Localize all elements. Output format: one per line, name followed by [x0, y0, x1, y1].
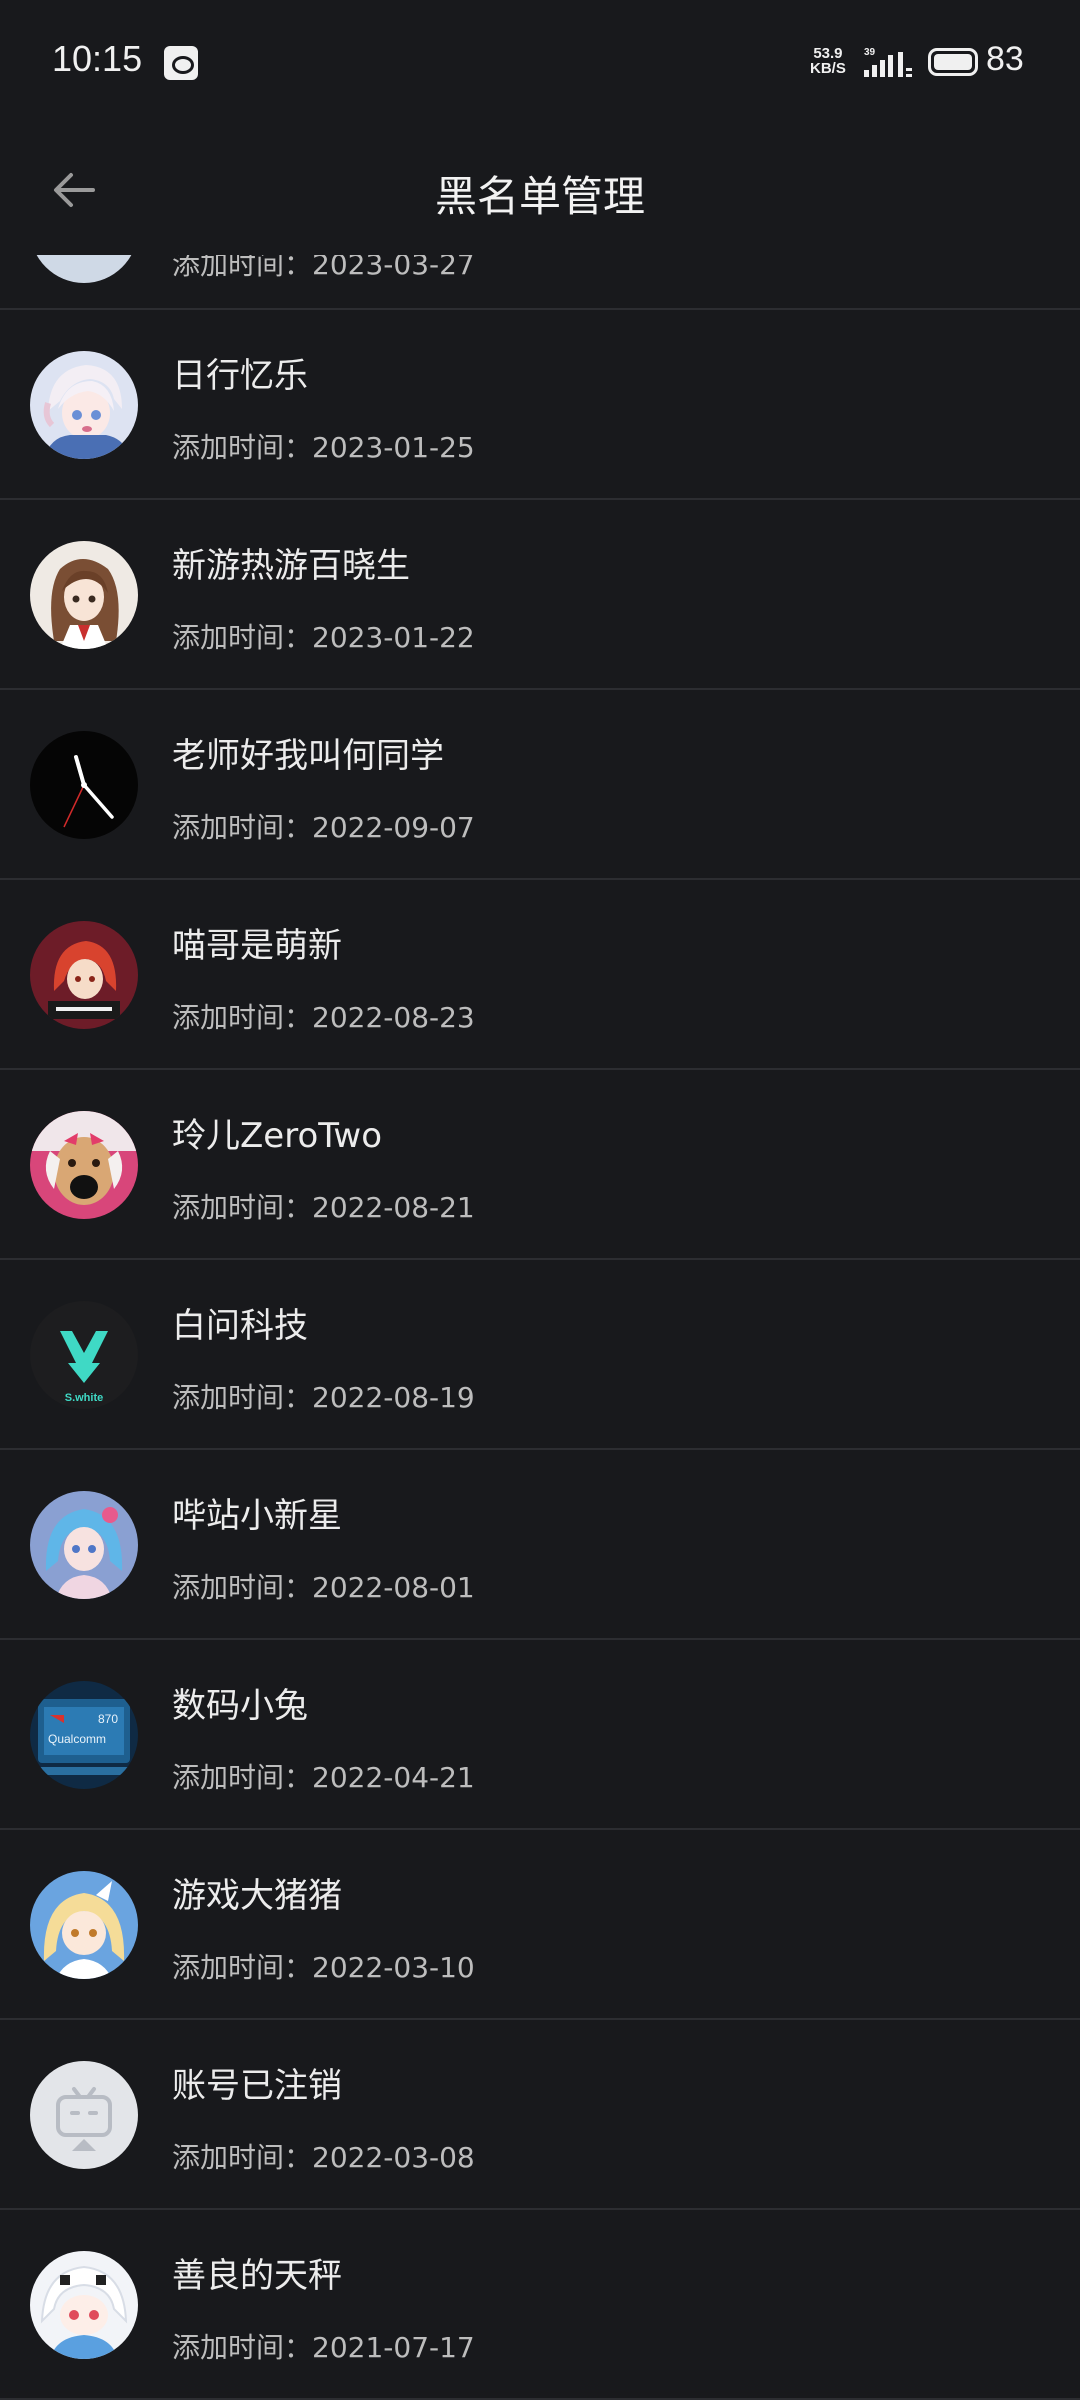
- avatar: [30, 921, 138, 1029]
- added-date: 添加时间：2022-08-01: [172, 1571, 475, 1604]
- network-speed: 53.9 KB/S: [810, 45, 846, 77]
- svg-text:S.white: S.white: [65, 1392, 104, 1404]
- list-item[interactable]: 喵哥是萌新 添加时间：2022-08-23: [0, 880, 1080, 1070]
- battery-icon: [928, 48, 978, 76]
- status-time: 10:15: [52, 38, 143, 79]
- weibo-notification-icon: [164, 46, 198, 80]
- added-date: 添加时间：2022-08-19: [172, 1381, 475, 1414]
- avatar: [30, 255, 138, 283]
- avatar: [30, 541, 138, 649]
- added-date: 添加时间：2023-03-27: [172, 255, 475, 281]
- avatar: [30, 351, 138, 459]
- user-name: 喵哥是萌新: [172, 926, 342, 966]
- list-item[interactable]: 善良的天秤 添加时间：2021-07-17: [0, 2210, 1080, 2400]
- user-name: 数码小兔: [172, 1686, 308, 1726]
- user-name: 白问科技: [172, 1306, 308, 1346]
- battery-level: 83: [986, 40, 1024, 78]
- avatar: [30, 2061, 138, 2169]
- user-name: 新游热游百晓生: [172, 546, 410, 586]
- user-name: 日行忆乐: [172, 356, 308, 396]
- user-name: 玲儿ZeroTwo: [172, 1116, 382, 1156]
- list-item[interactable]: S.white 白问科技 添加时间：2022-08-19: [0, 1260, 1080, 1450]
- list-item[interactable]: 游戏大猪猪 添加时间：2022-03-10: [0, 1830, 1080, 2020]
- added-date: 添加时间：2022-04-21: [172, 1761, 475, 1794]
- user-name: 游戏大猪猪: [172, 1876, 342, 1916]
- list-item-partial[interactable]: 添加时间：2023-03-27: [0, 255, 1080, 310]
- page-title: 黑名单管理: [434, 172, 645, 221]
- list-item[interactable]: 新游热游百晓生 添加时间：2023-01-22: [0, 500, 1080, 690]
- avatar: [30, 2251, 138, 2359]
- added-date: 添加时间：2022-03-08: [172, 2141, 475, 2174]
- avatar: S.white: [30, 1301, 138, 1409]
- list-item[interactable]: 870 Qualcomm 数码小兔 添加时间：2022-04-21: [0, 1640, 1080, 1830]
- list-item[interactable]: 老师好我叫何同学 添加时间：2022-09-07: [0, 690, 1080, 880]
- added-date: 添加时间：2022-08-21: [172, 1191, 475, 1224]
- list-item[interactable]: 日行忆乐 添加时间：2023-01-25: [0, 310, 1080, 500]
- status-bar: 10:15 53.9 KB/S 39 83: [0, 0, 1080, 125]
- header: 黑名单管理: [0, 125, 1080, 255]
- user-name: 账号已注销: [172, 2066, 342, 2106]
- user-name: 老师好我叫何同学: [172, 736, 444, 776]
- avatar: [30, 1491, 138, 1599]
- added-date: 添加时间：2022-09-07: [172, 811, 475, 844]
- user-name: 善良的天秤: [172, 2256, 342, 2296]
- list-item[interactable]: 账号已注销 添加时间：2022-03-08: [0, 2020, 1080, 2210]
- user-name: 哔站小新星: [172, 1496, 342, 1536]
- svg-text:870: 870: [98, 1712, 118, 1726]
- added-date: 添加时间：2023-01-25: [172, 431, 475, 464]
- added-date: 添加时间：2021-07-17: [172, 2331, 475, 2364]
- signal-icon: 39: [864, 47, 912, 77]
- added-date: 添加时间：2022-08-23: [172, 1001, 475, 1034]
- avatar: [30, 1111, 138, 1219]
- added-date: 添加时间：2022-03-10: [172, 1951, 475, 1984]
- list-item[interactable]: 玲儿ZeroTwo 添加时间：2022-08-21: [0, 1070, 1080, 1260]
- avatar: [30, 731, 138, 839]
- avatar: [30, 1871, 138, 1979]
- svg-text:39: 39: [864, 47, 876, 58]
- svg-text:Qualcomm: Qualcomm: [48, 1732, 106, 1746]
- list-item[interactable]: 哔站小新星 添加时间：2022-08-01: [0, 1450, 1080, 1640]
- added-date: 添加时间：2023-01-22: [172, 621, 475, 654]
- avatar: 870 Qualcomm: [30, 1681, 138, 1789]
